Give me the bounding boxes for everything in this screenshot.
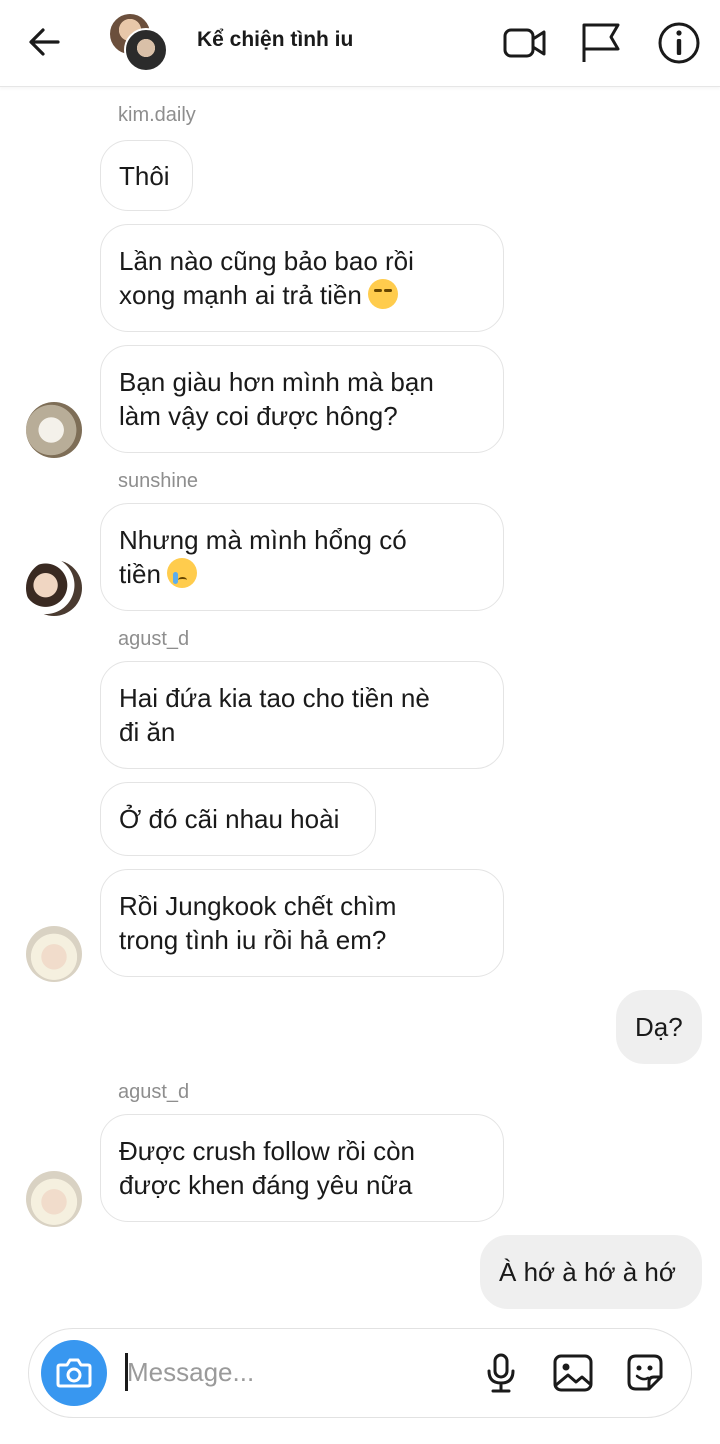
message-composer	[28, 1328, 692, 1418]
info-icon[interactable]	[656, 20, 702, 66]
message-bubble[interactable]: Bạn giàu hơn mình mà bạn làm vậy coi đượ…	[100, 345, 504, 453]
message-text: Ở đó cãi nhau hoài	[119, 804, 340, 834]
chat-title[interactable]: Kể chiện tình iu	[197, 28, 353, 52]
message-text: Được crush follow rồi còn được khen đáng…	[119, 1136, 415, 1200]
message-text: À hớ à hớ à hớ	[499, 1257, 676, 1287]
back-arrow-icon[interactable]	[24, 22, 64, 62]
camera-button[interactable]	[41, 1340, 107, 1406]
message-bubble[interactable]: Ở đó cãi nhau hoài	[100, 782, 376, 856]
message-text: Thôi	[119, 160, 170, 191]
message-text: Rồi Jungkook chết chìm trong tình iu rồi…	[119, 891, 397, 955]
message-bubble[interactable]: Được crush follow rồi còn được khen đáng…	[100, 1114, 504, 1222]
message-bubble[interactable]: Nhưng mà mình hổng có tiền	[100, 503, 504, 611]
sender-name: agust_d	[118, 628, 190, 650]
message-bubble[interactable]: Thôi	[100, 140, 193, 211]
video-call-icon[interactable]	[502, 20, 548, 66]
gallery-icon[interactable]	[551, 1351, 595, 1395]
flag-icon[interactable]	[578, 20, 624, 66]
message-text: Hai đứa kia tao cho tiền nè đi ăn	[119, 683, 430, 747]
sender-name: agust_d	[118, 1081, 190, 1103]
message-text-content: Nhưng mà mình hổng có tiền	[119, 525, 407, 589]
sender-name: kim.daily	[118, 104, 196, 126]
message-text: Lần nào cũng bảo bao rồi xong mạnh ai tr…	[119, 244, 414, 312]
group-avatar-photo-2	[124, 28, 168, 72]
sender-name: sunshine	[118, 470, 199, 492]
camera-icon	[56, 1358, 92, 1388]
unamused-face-icon	[367, 279, 398, 309]
outgoing-message-bubble[interactable]: À hớ à hớ à hớ	[480, 1235, 702, 1309]
crying-face-icon	[166, 558, 197, 588]
sender-avatar[interactable]	[26, 402, 82, 458]
sender-avatar[interactable]	[26, 560, 82, 616]
message-bubble[interactable]: Hai đứa kia tao cho tiền nè đi ăn	[100, 661, 504, 769]
sender-avatar[interactable]	[26, 926, 82, 982]
message-input[interactable]	[127, 1349, 457, 1395]
message-text: Bạn giàu hơn mình mà bạn làm vậy coi đượ…	[119, 367, 434, 431]
microphone-icon[interactable]	[479, 1351, 523, 1395]
message-bubble[interactable]: Lần nào cũng bảo bao rồi xong mạnh ai tr…	[100, 224, 504, 332]
sticker-icon[interactable]	[623, 1351, 667, 1395]
message-text: Dạ?	[635, 1012, 683, 1042]
group-avatar[interactable]	[108, 12, 168, 72]
message-bubble[interactable]: Rồi Jungkook chết chìm trong tình iu rồi…	[100, 869, 504, 977]
chat-header: Kể chiện tình iu	[0, 0, 720, 87]
message-text: Nhưng mà mình hổng có tiền	[119, 523, 407, 591]
sender-avatar[interactable]	[26, 1171, 82, 1227]
outgoing-message-bubble[interactable]: Dạ?	[616, 990, 702, 1064]
